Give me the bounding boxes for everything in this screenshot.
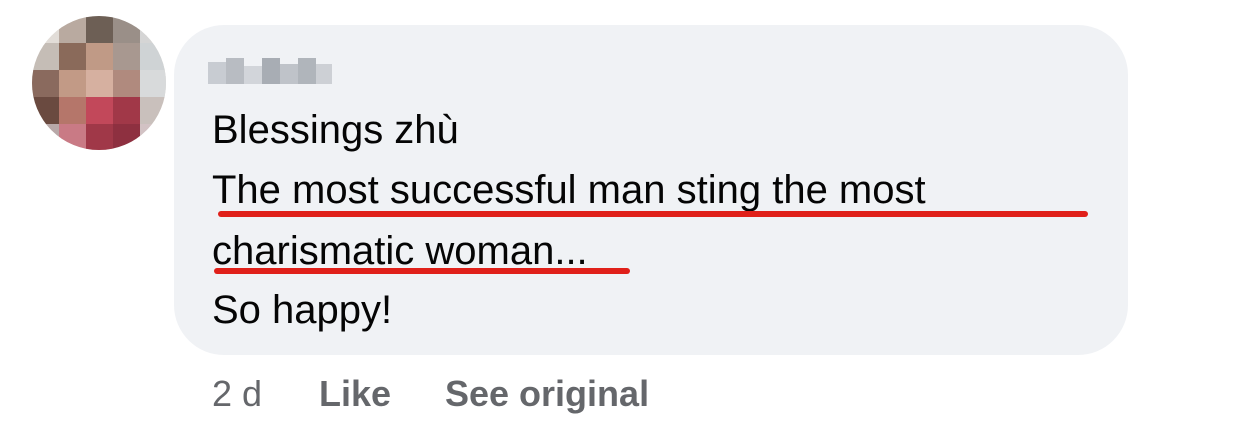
see-original-button[interactable]: See original [445,372,649,416]
comment-text-line: So happy! [212,288,393,332]
spellcheck-underline [218,211,1088,217]
timestamp[interactable]: 2 d [212,372,262,416]
like-button[interactable]: Like [319,372,391,416]
comment-text-line: The most successful man sting the most [212,168,926,212]
comment-text-line: Blessings zhù [212,108,459,152]
avatar[interactable] [32,16,166,150]
commenter-name-redacted[interactable] [208,54,332,90]
spellcheck-underline [214,268,630,274]
